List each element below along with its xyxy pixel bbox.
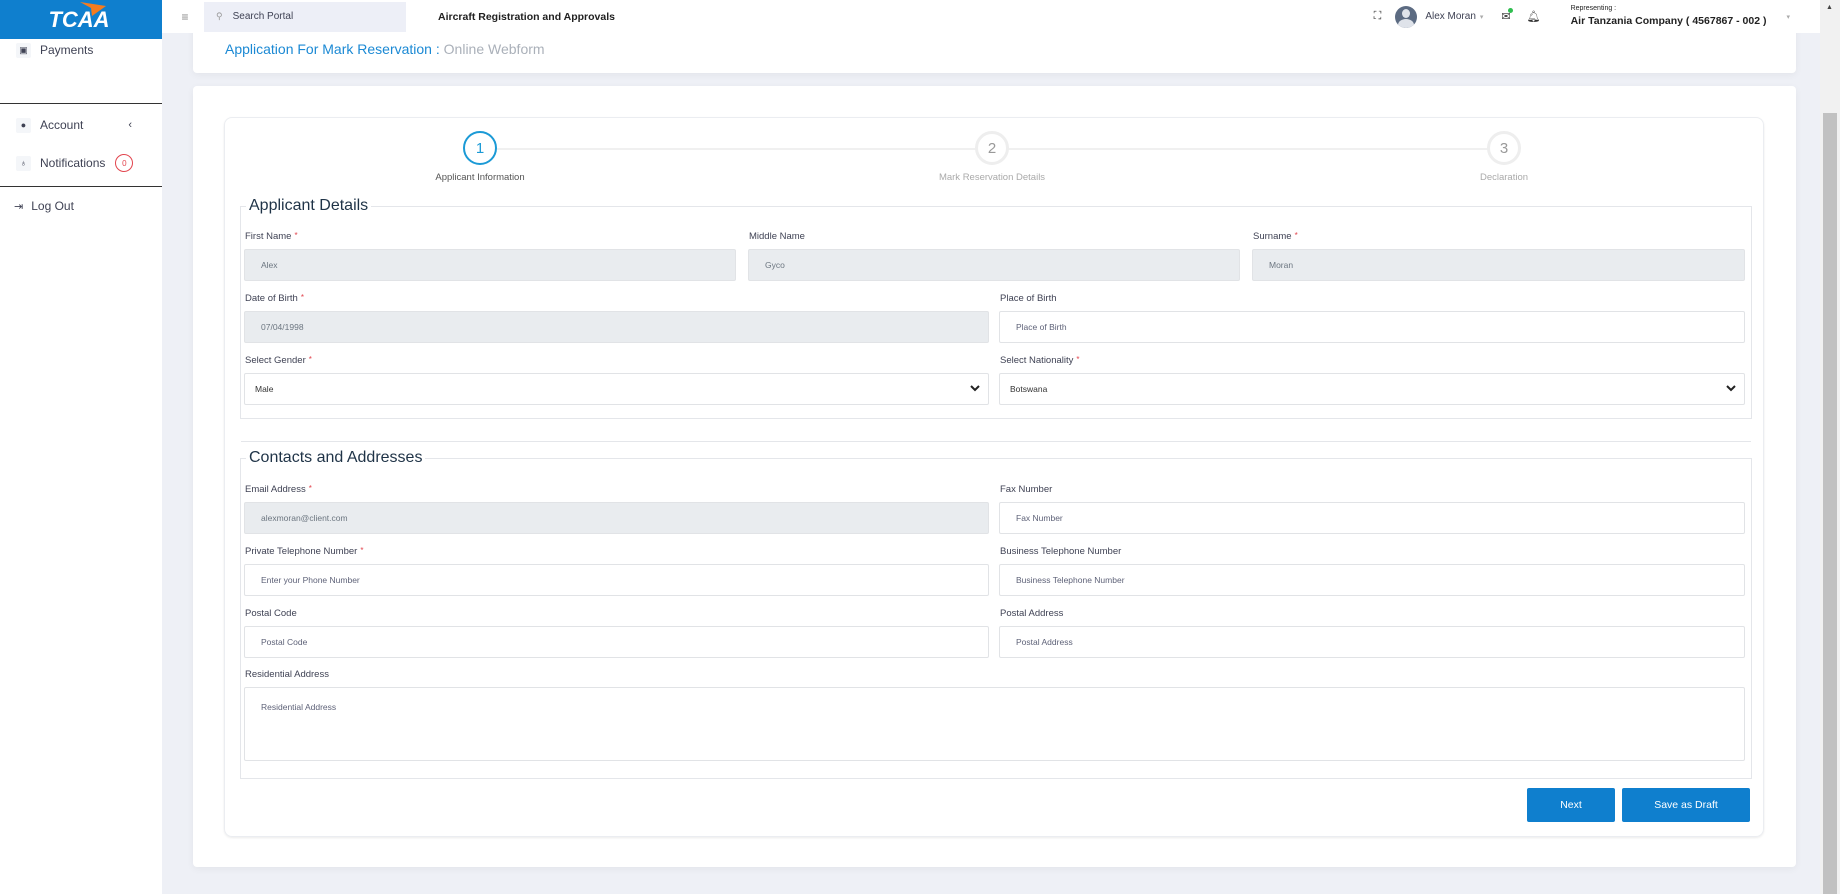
fullscreen-icon[interactable]: ⛶: [1374, 10, 1382, 23]
chevron-down-icon: [1726, 385, 1736, 392]
fax-label: Fax Number: [1000, 484, 1053, 495]
nationality-select[interactable]: Botswana: [999, 373, 1745, 405]
step-applicant-information[interactable]: 1 Applicant Information: [410, 131, 550, 183]
scroll-up-arrow-icon[interactable]: ▲: [1826, 4, 1833, 11]
search-icon: ⚲: [216, 11, 223, 21]
sidebar-item-notifications[interactable]: ♁ Notifications 0: [0, 144, 162, 182]
business-phone-field[interactable]: Business Telephone Number: [999, 564, 1745, 596]
money-icon: ▣: [16, 43, 31, 58]
postal-code-label: Postal Code: [245, 608, 297, 619]
chevron-left-icon: ‹: [128, 119, 132, 131]
dob-label: Date of Birth *: [245, 293, 304, 304]
first-name-label: First Name *: [245, 231, 298, 242]
step-label: Declaration: [1479, 172, 1529, 183]
notification-count-badge: 0: [115, 154, 134, 172]
section-divider: [241, 441, 1751, 442]
sidebar-item-label: Log Out: [31, 199, 74, 213]
section-title: Applicant Details: [249, 197, 369, 214]
step-number: 1: [463, 131, 497, 165]
pob-field[interactable]: Place of Birth: [999, 311, 1745, 343]
page-subtitle: Online Webform: [443, 41, 545, 57]
middle-name-label: Middle Name: [749, 231, 805, 242]
avatar[interactable]: [1395, 5, 1418, 28]
chevron-down-icon[interactable]: ▾: [1786, 13, 1790, 21]
unread-dot: [1507, 8, 1513, 13]
scrollbar-thumb[interactable]: [1823, 113, 1837, 894]
menu-toggle-icon[interactable]: ≡: [170, 10, 200, 24]
sidebar-item-logout[interactable]: ⇥ Log Out: [0, 187, 162, 225]
top-header: ≡ ⚲ Search Portal Aircraft Registration …: [162, 0, 1820, 33]
chevron-down-icon[interactable]: ▾: [1480, 13, 1484, 21]
postal-address-field[interactable]: Postal Address: [999, 626, 1745, 658]
step-label: Applicant Information: [435, 172, 525, 183]
logo[interactable]: TCAA: [0, 0, 162, 39]
plane-logo-icon: [80, 2, 106, 16]
next-button[interactable]: Next: [1527, 788, 1615, 822]
pob-label: Place of Birth: [1000, 293, 1057, 304]
sidebar-divider: [0, 103, 162, 104]
save-draft-button[interactable]: Save as Draft: [1622, 788, 1750, 822]
sidebar-item-label: Payments: [40, 43, 94, 57]
nationality-label: Select Nationality *: [1000, 355, 1080, 366]
email-field[interactable]: alexmoran@client.com: [244, 502, 989, 534]
step-mark-reservation-details[interactable]: 2 Mark Reservation Details: [922, 131, 1062, 183]
private-phone-field[interactable]: Enter your Phone Number: [244, 564, 989, 596]
private-phone-label: Private Telephone Number *: [245, 546, 364, 557]
wizard-steps: 1 Applicant Information 2 Mark Reservati…: [225, 118, 1763, 198]
postal-code-field[interactable]: Postal Code: [244, 626, 989, 658]
residential-address-label: Residential Address: [245, 669, 329, 680]
step-number: 3: [1487, 131, 1521, 165]
page-scrollbar[interactable]: ▲: [1820, 0, 1840, 894]
postal-address-label: Postal Address: [1000, 608, 1064, 619]
representing-label: Representing :: [1570, 5, 1617, 13]
sidebar-item-label: Account: [40, 118, 84, 132]
business-phone-label: Business Telephone Number: [1000, 546, 1122, 557]
section-title: Contacts and Addresses: [249, 449, 423, 466]
middle-name-field[interactable]: Gyco: [748, 249, 1240, 281]
wizard-container: 1 Applicant Information 2 Mark Reservati…: [224, 117, 1764, 837]
page-title: Application For Mark Reservation : Onlin…: [225, 41, 545, 57]
step-declaration[interactable]: 3 Declaration: [1434, 131, 1574, 183]
email-label: Email Address *: [245, 484, 312, 495]
surname-field[interactable]: Moran: [1252, 249, 1745, 281]
sidebar-item-payments[interactable]: ▣ Payments: [0, 39, 162, 103]
residential-address-textarea[interactable]: Residential Address: [244, 687, 1745, 761]
step-label: Mark Reservation Details: [938, 172, 1046, 183]
gender-label: Select Gender *: [245, 355, 312, 366]
app-title: Aircraft Registration and Approvals: [438, 10, 615, 23]
page-title-main: Application For Mark Reservation :: [225, 41, 440, 57]
representing-selector[interactable]: Representing : Air Tanzania Company ( 45…: [1571, 5, 1767, 27]
surname-label: Surname *: [1253, 231, 1298, 242]
fax-field[interactable]: Fax Number: [999, 502, 1745, 534]
dob-field[interactable]: 07/04/1998: [244, 311, 989, 343]
step-number: 2: [975, 131, 1009, 165]
first-name-field[interactable]: Alex: [244, 249, 736, 281]
user-icon: ●: [16, 117, 31, 133]
search-input[interactable]: ⚲ Search Portal: [204, 1, 406, 32]
form-card: 1 Applicant Information 2 Mark Reservati…: [193, 86, 1796, 867]
representing-value: Air Tanzania Company ( 4567867 - 002 ): [1570, 15, 1767, 28]
bell-icon[interactable]: 🔔︎: [1527, 10, 1541, 23]
search-placeholder: Search Portal: [232, 11, 294, 22]
user-name[interactable]: Alex Moran: [1425, 11, 1476, 22]
chevron-down-icon: [970, 385, 980, 392]
sidebar-item-account[interactable]: ● Account ‹: [0, 106, 162, 144]
logout-icon: ⇥: [14, 200, 24, 213]
bell-icon: ♁: [16, 155, 31, 171]
sidebar: TCAA ▣ Payments ● Account ‹ ♁ Notificati…: [0, 0, 162, 894]
gender-select[interactable]: Male: [244, 373, 989, 405]
sidebar-item-label: Notifications: [40, 156, 106, 170]
mail-icon[interactable]: ✉: [1501, 8, 1513, 23]
